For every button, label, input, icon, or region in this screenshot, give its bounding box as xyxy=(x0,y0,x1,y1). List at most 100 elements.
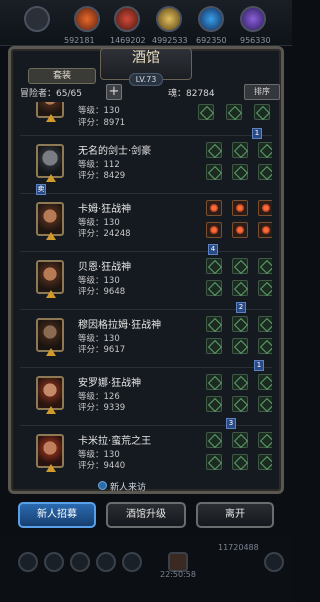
equip-slot-icon[interactable] xyxy=(206,374,222,390)
equip-slot-icon[interactable] xyxy=(226,104,242,120)
equip-slot-icon[interactable] xyxy=(258,142,272,158)
newcomer-notice[interactable]: 新人来访 xyxy=(98,480,147,493)
equip-slot-icon[interactable] xyxy=(258,280,272,296)
title-plate: 酒馆 LV.73 xyxy=(100,48,192,86)
equipped-item-icon[interactable] xyxy=(206,222,222,238)
menu-icon[interactable] xyxy=(70,552,90,572)
count-badge: 4 xyxy=(208,244,218,255)
hero-score: 评分：8971 xyxy=(78,118,126,128)
equip-slot-icon[interactable] xyxy=(206,280,222,296)
equip-slot-icon[interactable] xyxy=(258,454,272,470)
rank-icon xyxy=(46,114,56,122)
hero-portrait xyxy=(36,434,64,472)
equip-slot-icon[interactable] xyxy=(258,374,272,390)
equip-slot-icon[interactable] xyxy=(206,164,222,180)
upgrade-tavern-button[interactable]: 酒馆升级 xyxy=(106,502,186,528)
equipped-item-icon[interactable] xyxy=(232,200,248,216)
equip-slot-icon[interactable] xyxy=(206,316,222,332)
recruit-button[interactable]: 新人招募 xyxy=(18,502,96,528)
equip-slot-icon[interactable] xyxy=(198,104,214,120)
add-slot-button[interactable]: + xyxy=(106,84,122,100)
red-resource-icon[interactable] xyxy=(114,6,140,32)
gold-amount: 11720488 xyxy=(218,543,259,552)
equip-slot-icon[interactable] xyxy=(206,396,222,412)
hero-portrait xyxy=(36,102,64,122)
equipped-item-icon[interactable] xyxy=(232,222,248,238)
list-item[interactable]: 3 卡米拉·蛮荒之王 等级：130 评分：9440 xyxy=(20,418,272,474)
equip-slot-icon[interactable] xyxy=(232,454,248,470)
menu-icon[interactable] xyxy=(264,552,284,572)
count-badge: 卖 xyxy=(36,184,46,195)
equip-slot-icon[interactable] xyxy=(258,258,272,274)
resource-value: 956330 xyxy=(240,36,271,45)
resource-value: 692350 xyxy=(196,36,227,45)
gold-resource-icon[interactable] xyxy=(156,6,182,32)
page-title: 酒馆 xyxy=(132,50,160,66)
equip-slot-icon[interactable] xyxy=(232,396,248,412)
menu-icon[interactable] xyxy=(44,552,64,572)
equip-slot-icon[interactable] xyxy=(232,280,248,296)
hero-portrait xyxy=(36,260,64,298)
list-item[interactable]: 4 贝恩·狂战神 等级：130 评分：9648 xyxy=(20,244,272,310)
fire-resource-icon[interactable] xyxy=(74,6,100,32)
equipped-item-icon[interactable] xyxy=(206,200,222,216)
purple-resource-icon[interactable] xyxy=(240,6,266,32)
equipped-item-icon[interactable] xyxy=(258,200,272,216)
count-badge: 1 xyxy=(252,128,262,139)
equip-slot-icon[interactable] xyxy=(258,316,272,332)
equip-slot-icon[interactable] xyxy=(232,432,248,448)
equip-slot-icon[interactable] xyxy=(206,338,222,354)
equipment-slots xyxy=(198,258,272,298)
hero-level: 等级：130 xyxy=(78,106,120,116)
equip-slot-icon[interactable] xyxy=(232,316,248,332)
equip-slot-icon[interactable] xyxy=(258,338,272,354)
equip-slot-icon[interactable] xyxy=(258,432,272,448)
count-badge: 2 xyxy=(236,302,246,313)
menu-icon[interactable] xyxy=(96,552,116,572)
sort-button[interactable]: 排序 xyxy=(244,84,280,100)
newcomer-label: 新人来访 xyxy=(110,483,147,493)
clock-time: 22:50:58 xyxy=(160,570,196,579)
equip-slot-icon[interactable] xyxy=(258,396,272,412)
equip-slot-icon[interactable] xyxy=(206,432,222,448)
resource-value: 592181 xyxy=(64,36,95,45)
hero-portrait xyxy=(36,144,64,182)
leave-button[interactable]: 离开 xyxy=(196,502,274,528)
list-item[interactable]: 等级：130 评分：8971 xyxy=(20,102,272,136)
blue-resource-icon[interactable] xyxy=(198,6,224,32)
equipment-slots xyxy=(198,374,272,414)
hero-list[interactable]: 等级：130 评分：8971 1 无名的剑士·剑豪 等级：112 评分：8429… xyxy=(20,102,272,474)
equip-slot-icon[interactable] xyxy=(232,374,248,390)
equip-slot-icon[interactable] xyxy=(206,258,222,274)
equipment-slots xyxy=(198,316,272,356)
rank-icon xyxy=(46,464,56,472)
menu-icon[interactable] xyxy=(122,552,142,572)
hero-score: 评分：9440 xyxy=(78,461,126,471)
menu-icon[interactable] xyxy=(18,552,38,572)
list-item[interactable]: 卖 卡姆·狂战神 等级：130 评分：24248 xyxy=(20,184,272,252)
hero-name: 穆因格拉姆·狂战神 xyxy=(78,320,162,331)
count-badge: 1 xyxy=(254,360,264,371)
equipment-slots xyxy=(198,200,272,240)
equip-slot-icon[interactable] xyxy=(232,164,248,180)
equipped-item-icon[interactable] xyxy=(258,222,272,238)
hero-score: 评分：9648 xyxy=(78,287,126,297)
equip-slot-icon[interactable] xyxy=(206,142,222,158)
equip-slot-icon[interactable] xyxy=(232,142,248,158)
rank-icon xyxy=(46,348,56,356)
equip-slot-icon[interactable] xyxy=(258,164,272,180)
hero-score: 评分：8429 xyxy=(78,171,126,181)
rank-icon xyxy=(46,174,56,182)
tab-set[interactable]: 套装 xyxy=(28,68,96,84)
resource-value: 4992533 xyxy=(152,36,188,45)
list-item[interactable]: 1 无名的剑士·剑豪 等级：112 评分：8429 xyxy=(20,128,272,194)
chest-icon[interactable] xyxy=(168,552,188,572)
list-item[interactable]: 2 穆因格拉姆·狂战神 等级：130 评分：9617 xyxy=(20,302,272,368)
equip-slot-icon[interactable] xyxy=(232,258,248,274)
resource-bar: 592181 1469202 4992533 692350 956330 xyxy=(0,0,292,46)
menu-icon[interactable] xyxy=(24,6,50,32)
equip-slot-icon[interactable] xyxy=(232,338,248,354)
resource-value: 1469202 xyxy=(110,36,146,45)
equip-slot-icon[interactable] xyxy=(254,104,270,120)
equip-slot-icon[interactable] xyxy=(206,454,222,470)
